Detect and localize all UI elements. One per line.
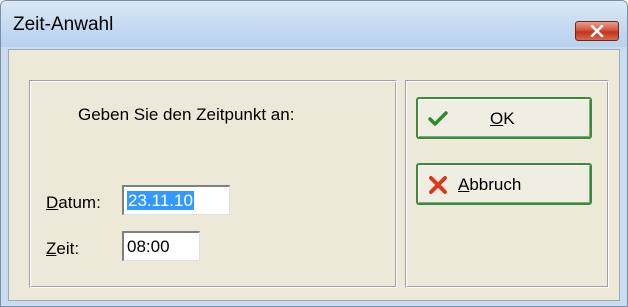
- time-label: Zeit:: [46, 239, 79, 259]
- ok-label-accelerator: O: [490, 109, 504, 128]
- close-icon: [590, 25, 604, 37]
- ok-button[interactable]: OK: [416, 97, 592, 139]
- date-label-accelerator: D: [46, 193, 59, 212]
- cancel-label-text: bbruch: [469, 175, 522, 194]
- date-label: Datum:: [46, 193, 101, 213]
- checkmark-icon: [428, 111, 448, 126]
- window-title: Zeit-Anwahl: [13, 14, 114, 35]
- close-button[interactable]: [575, 21, 619, 41]
- action-button-group: OK Abbruch: [405, 80, 609, 288]
- time-input-group: Geben Sie den Zeitpunkt an: Datum: 23.11…: [29, 80, 397, 288]
- ok-label-text: K: [503, 109, 515, 128]
- date-input[interactable]: 23.11.10: [122, 185, 230, 215]
- time-label-accelerator: Z: [46, 239, 57, 258]
- time-value: 08:00: [127, 237, 170, 256]
- date-value: 23.11.10: [127, 191, 194, 210]
- instruction-label: Geben Sie den Zeitpunkt an:: [78, 105, 295, 124]
- time-label-text: eit:: [56, 239, 80, 258]
- dialog-client-area: Geben Sie den Zeitpunkt an: Datum: 23.11…: [8, 49, 620, 301]
- cancel-x-icon: [429, 176, 447, 194]
- dialog-window: Zeit-Anwahl Geben Sie den Zeitpunkt an: …: [0, 0, 628, 307]
- title-bar[interactable]: Zeit-Anwahl: [1, 1, 627, 47]
- cancel-label-accelerator: A: [458, 175, 470, 194]
- ok-label: OK: [490, 109, 515, 129]
- cancel-button[interactable]: Abbruch: [416, 163, 592, 205]
- time-input[interactable]: 08:00: [122, 231, 200, 261]
- date-label-text: atum:: [58, 193, 101, 212]
- cancel-label: Abbruch: [458, 175, 521, 195]
